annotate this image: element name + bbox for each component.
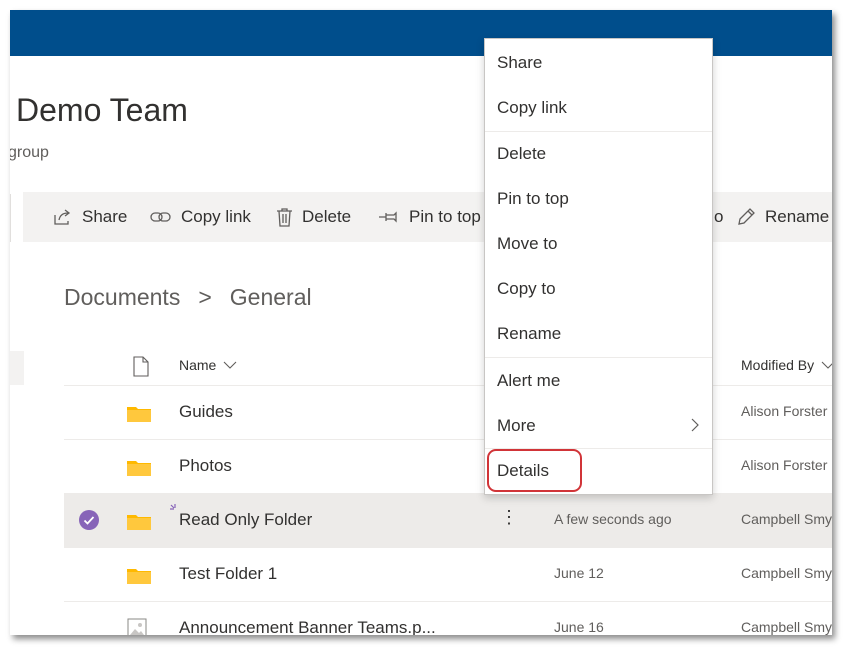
menu-item-label: Share [497, 53, 543, 72]
menu-divider [485, 357, 712, 358]
menu-item-label: Copy link [497, 98, 567, 117]
file-type-icon[interactable] [132, 356, 150, 377]
rename-command[interactable]: Rename [736, 192, 829, 242]
table-row[interactable]: Guides Alison Forster [64, 386, 832, 440]
row-name[interactable]: Photos [179, 456, 232, 476]
trash-icon [277, 208, 292, 227]
folder-icon [127, 569, 151, 584]
column-modified-by-header[interactable]: Modified By [741, 357, 832, 373]
chevron-right-icon [691, 418, 699, 432]
row-modified-by: Alison Forster [741, 457, 828, 473]
row-modified-by: Campbell Smy [741, 565, 832, 581]
breadcrumb: Documents > General [64, 284, 312, 311]
site-subtitle: group [10, 144, 49, 161]
share-command-label: Share [82, 207, 128, 226]
pencil-icon [738, 208, 755, 225]
pin-to-top-command[interactable]: Pin to top [378, 192, 481, 242]
menu-item-label: Delete [497, 144, 547, 163]
folder-icon [127, 515, 151, 530]
image-file-icon [127, 618, 147, 635]
menu-item-more[interactable]: More [485, 404, 712, 449]
menu-item-label: Copy to [497, 279, 556, 298]
context-menu: Share Copy link Delete Pin to top Move t… [484, 38, 713, 495]
table-row[interactable]: Test Folder 1 June 12 Campbell Smy [64, 548, 832, 602]
menu-item-copy-to[interactable]: Copy to [485, 267, 712, 312]
menu-item-label: Move to [497, 234, 558, 253]
menu-item-label: Pin to top [497, 189, 569, 208]
menu-item-rename[interactable]: Rename [485, 312, 712, 357]
table-row[interactable]: Announcement Banner Teams.p... June 16 C… [64, 602, 832, 635]
row-modified-by: Campbell Smy [741, 619, 832, 635]
breadcrumb-documents[interactable]: Documents [64, 284, 180, 311]
list-column-header: Name Modified By [64, 348, 832, 386]
site-title: Demo Team [16, 92, 188, 128]
chevron-down-icon [821, 361, 832, 369]
breadcrumb-separator: > [198, 284, 212, 310]
delete-command-label: Delete [302, 207, 352, 226]
row-modified: A few seconds ago [554, 511, 672, 527]
row-modified-by: Alison Forster [741, 403, 828, 419]
row-modified: June 16 [554, 619, 604, 635]
menu-item-pin-to-top[interactable]: Pin to top [485, 177, 712, 222]
row-modified: June 12 [554, 565, 604, 581]
share-command[interactable]: Share [53, 192, 127, 242]
pin-icon [379, 211, 397, 223]
row-name[interactable]: Announcement Banner Teams.p... [179, 618, 436, 635]
table-row-selected[interactable]: Read Only Folder ⋮ A few seconds ago Cam… [64, 494, 832, 548]
row-name[interactable]: Read Only Folder [179, 510, 312, 530]
copy-link-command[interactable]: Copy link [150, 192, 251, 242]
column-modified-by-label: Modified By [741, 357, 815, 373]
app-window: Demo Team group Share Copy link Delete P… [10, 10, 832, 635]
delete-command[interactable]: Delete [276, 192, 351, 242]
folder-icon [127, 407, 151, 422]
column-name-label: Name [179, 357, 217, 373]
share-icon [54, 209, 71, 225]
menu-item-label: More [497, 416, 536, 435]
table-row[interactable]: Photos Alison Forster [64, 440, 832, 494]
menu-item-alert-me[interactable]: Alert me [485, 359, 712, 404]
menu-item-label: Rename [497, 324, 562, 343]
row-modified-by: Campbell Smy [741, 511, 832, 527]
menu-item-share[interactable]: Share [485, 41, 712, 86]
menu-item-move-to[interactable]: Move to [485, 222, 712, 267]
left-nav-divider [10, 194, 11, 242]
chevron-down-icon [223, 361, 237, 369]
copy-link-command-label: Copy link [181, 207, 251, 226]
menu-item-label: Alert me [497, 371, 561, 390]
row-name[interactable]: Guides [179, 402, 233, 422]
pin-to-top-command-label: Pin to top [409, 207, 481, 226]
left-nav-highlight [10, 351, 24, 385]
more-actions-icon[interactable]: ⋮ [500, 508, 518, 526]
details-highlight-annotation [487, 449, 582, 492]
link-icon [150, 212, 171, 222]
partial-command[interactable]: o [714, 192, 723, 242]
breadcrumb-general: General [229, 284, 312, 310]
menu-item-delete[interactable]: Delete [485, 132, 712, 177]
selected-check-icon[interactable] [79, 510, 99, 530]
folder-icon [127, 461, 151, 476]
partial-command-label: o [714, 207, 724, 226]
row-name[interactable]: Test Folder 1 [179, 564, 277, 584]
menu-item-copy-link[interactable]: Copy link [485, 86, 712, 131]
column-name-header[interactable]: Name [179, 357, 238, 373]
rename-command-label: Rename [765, 207, 830, 226]
